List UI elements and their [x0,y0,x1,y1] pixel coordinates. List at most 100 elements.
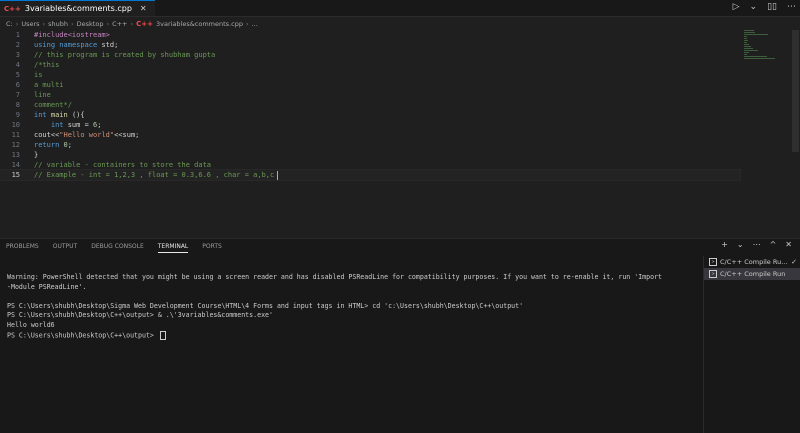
close-icon[interactable]: ✕ [785,240,792,249]
terminal-line: PS C:\Users\shubh\Desktop\C++\output> & … [7,311,273,320]
tab-problems[interactable]: PROBLEMS [6,243,39,253]
line-number: 7 [15,91,20,99]
tab-output[interactable]: OUTPUT [53,243,77,253]
terminal-label: C/C++ Compile Run [720,270,786,278]
code-line[interactable]: 5 is [0,70,740,80]
minimap-line [744,36,748,37]
code-token: cout<< [34,131,60,139]
cpp-file-icon: C++ [136,20,153,28]
check-icon: ✓ [791,258,797,266]
code-line[interactable]: 1 #include<iostream> [0,30,740,40]
code-line[interactable]: 13} [0,150,740,160]
line-number: 1 [15,31,20,39]
code-line[interactable]: 12 return 0; [0,140,740,150]
new-terminal-icon[interactable]: + [721,240,728,249]
line-number: 10 [11,121,20,129]
more-icon[interactable]: ⋯ [787,2,796,12]
code-line[interactable]: 8 comment*/ [0,100,740,110]
code-line[interactable]: 6 a multi [0,80,740,90]
code-token: int [34,111,51,119]
code-line[interactable]: 10 int sum = 6; [0,120,740,130]
code-token: comment*/ [34,101,72,109]
minimap-line [744,56,768,57]
terminal-line: PS C:\Users\shubh\Desktop\C++\output> [7,330,697,341]
code-text: a multi [34,80,64,90]
editor-tab[interactable]: C++ 3variables&comments.cpp ✕ [0,0,155,16]
code-line[interactable]: 4 /*this [0,60,740,70]
chevron-up-icon[interactable]: ^ [770,240,777,249]
line-number: 4 [15,61,20,69]
code-line[interactable]: 7 line [0,90,740,100]
chevron-right-icon: › [245,20,249,28]
terminal-list-item[interactable]: > C/C++ Compile Ru... ✓ [704,256,800,268]
more-icon[interactable]: ⋯ [753,240,761,249]
breadcrumb-item[interactable]: ... [252,20,258,28]
code-token: (){ [71,111,85,119]
breadcrumb-item[interactable]: shubh [48,20,68,28]
code-text: // this program is created by shubham gu… [34,50,215,60]
code-token: return [34,141,64,149]
code-text: using namespace std; [34,40,118,50]
line-number: 5 [15,71,20,79]
code-line[interactable]: 15 // Example - int = 1,2,3 , float = 0.3… [0,169,741,181]
code-text: // Example - int = 1,2,3 , float = 0.3,6… [34,170,279,180]
chevron-down-icon[interactable]: ⌄ [737,240,744,249]
terminal-icon: > [709,258,717,266]
minimap-line [744,32,755,33]
code-line[interactable]: 14 // variable - containers to store the … [0,160,740,170]
line-number: 12 [11,141,20,149]
code-text: cout<<"Hello world"<<sum; [34,130,139,140]
close-icon[interactable]: ✕ [140,4,147,13]
code-line[interactable]: 3 // this program is created by shubham g… [0,50,740,60]
code-token: a multi [34,81,64,89]
minimap-line [744,30,754,31]
breadcrumb-item[interactable]: 3variables&comments.cpp [156,20,243,28]
code-token: // variable - containers to store the da… [34,161,212,169]
terminal-list-item[interactable]: > C/C++ Compile Run [704,268,800,280]
minimap-line [744,38,747,39]
code-text: int sum = 6; [34,120,102,130]
minimap-line [744,34,768,35]
code-line[interactable]: 9 int main (){ [0,110,740,120]
code-line[interactable]: 2 using namespace std; [0,40,740,50]
tab-ports[interactable]: PORTS [202,243,222,253]
terminal-output[interactable]: Warning: PowerShell detected that you mi… [7,273,697,341]
editor-tab-bar: C++ 3variables&comments.cpp ✕ ▷ ⌄ ▯▯ ⋯ [0,0,800,17]
tab-debug-console[interactable]: DEBUG CONSOLE [91,243,144,253]
line-number: 2 [15,41,20,49]
terminal-line: PS C:\Users\shubh\Desktop\Sigma Web Deve… [7,301,524,310]
minimap[interactable] [744,30,784,60]
split-editor-icon[interactable]: ▯▯ [767,2,777,12]
line-number: 3 [15,51,20,59]
run-icon[interactable]: ▷ [733,2,740,12]
breadcrumb-item[interactable]: C: [6,20,13,28]
tab-terminal[interactable]: TERMINAL [157,243,189,253]
code-token: int [50,121,68,129]
code-token: using [34,41,60,49]
code-text: /*this [34,60,59,70]
bottom-panel: PROBLEMS OUTPUT DEBUG CONSOLE TERMINAL PORTS… [0,238,800,433]
code-token: // Example - int = 1,2,3 , float = 0.3,6… [34,171,275,179]
editor-scrollbar[interactable] [792,30,799,152]
minimap-line [744,42,747,43]
code-editor[interactable]: 1 #include<iostream> 2 using namespace std;… [0,30,800,238]
line-number: 6 [15,81,20,89]
chevron-down-icon[interactable]: ⌄ [750,2,758,12]
code-token: <<sum; [114,131,140,139]
code-token: is [34,71,43,79]
minimap-line [744,46,751,47]
code-line[interactable]: 11 cout<<"Hello world"<<sum; [0,130,740,140]
terminal-label: C/C++ Compile Ru... [720,258,788,266]
code-token: main [50,111,72,119]
breadcrumb-item[interactable]: Desktop [77,20,104,28]
minimap-line [744,48,753,49]
breadcrumb-item[interactable]: Users [21,20,39,28]
chevron-right-icon: › [106,20,110,28]
chevron-right-icon: › [15,20,19,28]
code-token: namespace [59,41,102,49]
code-token: ; [67,141,72,149]
minimap-line [744,54,747,55]
terminal-line: Warning: PowerShell detected that you mi… [7,273,663,281]
breadcrumb-item[interactable]: C++ [112,20,127,28]
minimap-line [744,52,749,53]
